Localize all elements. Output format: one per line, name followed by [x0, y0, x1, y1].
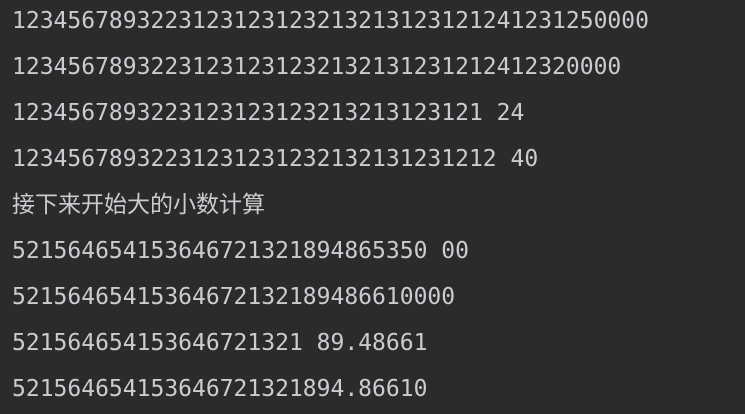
console-line: 52156465415364672132189486610000 [12, 284, 456, 310]
console-line: 12345678932231231231232132131231212 40 [12, 146, 539, 172]
console-line: 521564654153646721321894865350 00 [12, 238, 469, 264]
console-line: 1234567893223123123123213213123121241232… [12, 54, 622, 80]
console-line: 1234567893223123123123213213123121241231… [12, 8, 649, 34]
console-line: 521564654153646721321 89.48661 [12, 330, 428, 356]
console-line: 接下来开始大的小数计算 [12, 192, 265, 218]
console-line: 521564654153646721321894.86610 [12, 376, 428, 402]
console-output: 1234567893223123123123213213123121241231… [0, 0, 745, 412]
console-line: 1234567893223123123123213213123121 24 [12, 100, 525, 126]
